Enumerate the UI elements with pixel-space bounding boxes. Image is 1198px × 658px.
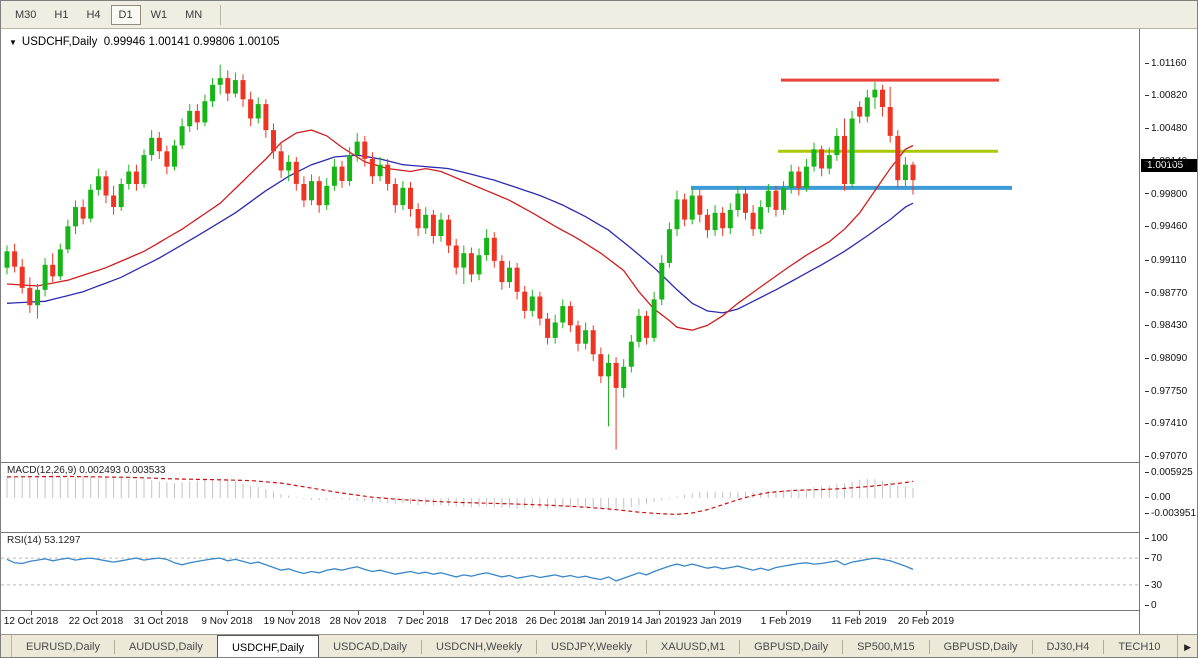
date-label: 23 Jan 2019 xyxy=(686,616,742,627)
axis-tick-label: 0.99460 xyxy=(1145,221,1187,232)
axis-tick-label: 0.98430 xyxy=(1145,320,1187,331)
macd-chart xyxy=(6,474,914,516)
date-label: 31 Oct 2018 xyxy=(133,616,189,627)
date-label: 9 Nov 2018 xyxy=(201,616,253,627)
chart-tab-audusd[interactable]: AUDUSD,Daily xyxy=(115,635,217,657)
rsi-pane[interactable]: RSI(14) 53.1297 xyxy=(1,533,1139,611)
axis-tick-label: 0.98770 xyxy=(1145,288,1187,299)
chart-tab-usdcnh[interactable]: USDCNH,Weekly xyxy=(422,635,536,657)
date-tick xyxy=(358,611,359,615)
axis-tick-label: 0.99110 xyxy=(1145,255,1186,266)
date-tick xyxy=(926,611,927,615)
chart-tab-usdcad[interactable]: USDCAD,Daily xyxy=(319,635,421,657)
date-label: 4 Jan 2019 xyxy=(580,616,630,627)
date-axis: 12 Oct 2018 22 Oct 2018 31 Oct 2018 9 Nov 2… xyxy=(1,611,1139,634)
axis-tick-label: 0.00 xyxy=(1145,492,1170,503)
chart-symbol: USDCHF,Daily xyxy=(21,36,98,48)
date-tick xyxy=(489,611,490,615)
date-label: 14 Jan 2019 xyxy=(631,616,687,627)
date-label: 22 Oct 2018 xyxy=(68,616,124,627)
mt4-window: M30 H1 H4 D1 W1 MN ▼ USDCHF,Daily 0.99946 1.00… xyxy=(0,0,1198,658)
date-label: 17 Dec 2018 xyxy=(460,616,518,627)
axis-tick-label: 70 xyxy=(1145,553,1162,564)
chart-tab-gbpusd[interactable]: GBPUSD,Daily xyxy=(740,635,842,657)
timeframe-button-m30[interactable]: M30 xyxy=(7,5,44,25)
axis-tick-label: 1.01160 xyxy=(1145,58,1186,69)
date-label: 1 Feb 2019 xyxy=(760,616,812,627)
timeframe-button-h4[interactable]: H4 xyxy=(78,5,108,25)
date-tick xyxy=(605,611,606,615)
timeframe-button-mn[interactable]: MN xyxy=(177,5,210,25)
axis-tick-label: 0.97070 xyxy=(1145,451,1187,462)
chevron-down-icon: ▼ xyxy=(9,38,17,47)
candlestick-chart xyxy=(4,64,1012,450)
chart-tab-dj30[interactable]: DJ30,H4 xyxy=(1033,635,1104,657)
tab-scroll-right-icon[interactable]: ▶ xyxy=(1177,635,1197,657)
chart-workspace: ▼ USDCHF,Daily 0.99946 1.00141 0.99806 1.… xyxy=(1,29,1197,634)
axis-tick-label: -0.003951 xyxy=(1145,508,1196,519)
chart-tab-usdchf[interactable]: USDCHF,Daily xyxy=(216,635,320,657)
chart-tab-gbpusd[interactable]: GBPUSD,Daily xyxy=(930,635,1032,657)
chart-tab-eurusd[interactable]: EURUSD,Daily xyxy=(12,635,114,657)
chart-tabbar: EURUSD,Daily AUDUSD,Daily USDCHF,Daily USDC… xyxy=(1,634,1197,657)
date-tick xyxy=(161,611,162,615)
date-label: 12 Oct 2018 xyxy=(3,616,59,627)
toolbar-separator xyxy=(220,4,222,25)
date-label: 26 Dec 2018 xyxy=(525,616,583,627)
rsi-label: RSI(14) 53.1297 xyxy=(7,535,81,546)
date-tick xyxy=(554,611,555,615)
date-tick xyxy=(786,611,787,615)
axis-tick-label: 30 xyxy=(1145,580,1162,591)
date-tick xyxy=(227,611,228,615)
chart-tab-xauusd[interactable]: XAUUSD,M1 xyxy=(647,635,739,657)
axis-tick-label: 0.99800 xyxy=(1145,189,1187,200)
date-tick xyxy=(292,611,293,615)
axis-separator xyxy=(1139,29,1140,634)
date-label: 28 Nov 2018 xyxy=(329,616,387,627)
axis-tick-label: 1.00480 xyxy=(1145,123,1187,134)
date-label: 20 Feb 2019 xyxy=(897,616,955,627)
axis-tick-label: 1.00140 xyxy=(1145,156,1187,167)
date-tick xyxy=(659,611,660,615)
timeframe-toolbar: M30 H1 H4 D1 W1 MN xyxy=(1,1,1197,29)
axis-tick-label: 0.97750 xyxy=(1145,386,1187,397)
tabbar-left-stub xyxy=(1,635,12,657)
date-label: 11 Feb 2019 xyxy=(831,616,887,627)
axis-tick-label: 0.005925 xyxy=(1145,467,1193,478)
chart-tab-usdjpy[interactable]: USDJPY,Weekly xyxy=(537,635,646,657)
date-label: 19 Nov 2018 xyxy=(263,616,321,627)
chart-title: ▼ USDCHF,Daily 0.99946 1.00141 0.99806 1.… xyxy=(9,36,280,48)
timeframe-button-w1[interactable]: W1 xyxy=(143,5,176,25)
chart-tab-sp500[interactable]: SP500,M15 xyxy=(843,635,928,657)
date-tick xyxy=(423,611,424,615)
price-axis: 1.00105 1.01160 1.00820 1.00480 1.00140 0.99… xyxy=(1141,29,1197,634)
axis-tick-label: 100 xyxy=(1145,533,1168,544)
timeframe-button-h1[interactable]: H1 xyxy=(46,5,76,25)
chart-tab-tech10[interactable]: TECH10 xyxy=(1104,635,1174,657)
macd-pane[interactable]: MACD(12,26,9) 0.002493 0.003533 xyxy=(1,463,1139,533)
date-label: 7 Dec 2018 xyxy=(397,616,449,627)
axis-tick-label: 0.97410 xyxy=(1145,418,1187,429)
date-tick xyxy=(31,611,32,615)
axis-tick-label: 0 xyxy=(1145,600,1157,611)
chart-ohlc-quote: 0.99946 1.00141 0.99806 1.00105 xyxy=(103,36,280,48)
axis-tick-label: 0.98090 xyxy=(1145,353,1187,364)
rsi-chart xyxy=(1,557,1139,586)
macd-label: MACD(12,26,9) 0.002493 0.003533 xyxy=(7,465,166,476)
date-tick xyxy=(714,611,715,615)
date-tick xyxy=(859,611,860,615)
axis-tick-label: 1.00820 xyxy=(1145,90,1187,101)
main-chart-pane[interactable]: ▼ USDCHF,Daily 0.99946 1.00141 0.99806 1.… xyxy=(1,30,1139,463)
timeframe-button-d1[interactable]: D1 xyxy=(110,4,141,25)
date-tick xyxy=(96,611,97,615)
